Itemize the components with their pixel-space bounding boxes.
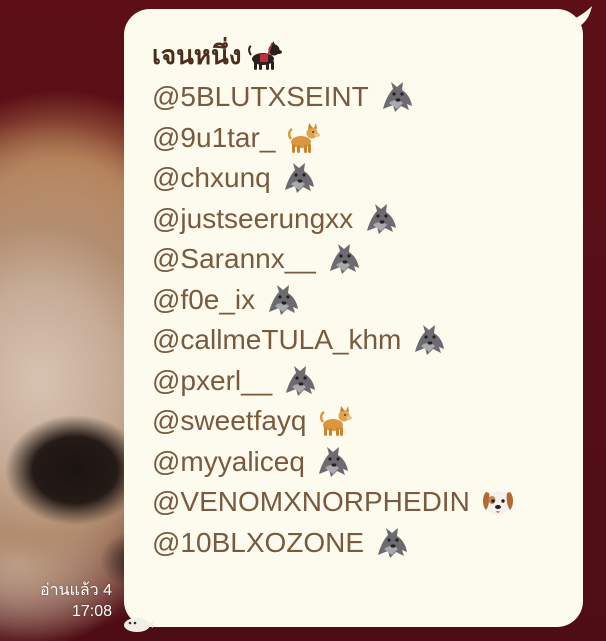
mention-link[interactable]: @myyaliceq (152, 442, 305, 483)
mention-link[interactable]: @5BLUTXSEINT (152, 77, 369, 118)
wolf-icon (315, 444, 351, 480)
message-meta: อ่านแล้ว 4 17:08 (40, 580, 112, 622)
mention-row[interactable]: @callmeTULA_khm (152, 320, 583, 361)
dog-face-icon (480, 484, 516, 520)
mention-row[interactable]: @myyaliceq (152, 442, 583, 483)
mention-row[interactable]: @f0e_ix (152, 280, 583, 321)
message-title-row: เจนหนึ่ง (152, 37, 583, 73)
wolf-icon (363, 201, 399, 237)
mention-link[interactable]: @VENOMXNORPHEDIN (152, 482, 470, 523)
mention-link[interactable]: @9u1tar_ (152, 118, 275, 159)
wolf-icon (326, 241, 362, 277)
wolf-icon (282, 363, 318, 399)
wolf-icon (411, 322, 447, 358)
wolf-icon (374, 525, 410, 561)
read-status: อ่านแล้ว 4 (40, 582, 112, 599)
reaction-icon[interactable] (120, 612, 154, 634)
mention-row[interactable]: @justseerungxx (152, 199, 583, 240)
mention-link[interactable]: @sweetfayq (152, 401, 307, 442)
mention-link[interactable]: @callmeTULA_khm (152, 320, 401, 361)
mention-row[interactable]: @VENOMXNORPHEDIN (152, 482, 583, 523)
mention-row[interactable]: @pxerl__ (152, 361, 583, 402)
message-time: 17:08 (71, 603, 112, 620)
mention-link[interactable]: @justseerungxx (152, 199, 353, 240)
wolf-icon (281, 160, 317, 196)
wolf-icon (379, 79, 415, 115)
mention-link[interactable]: @f0e_ix (152, 280, 255, 321)
mention-link[interactable]: @chxunq (152, 158, 271, 199)
mention-row[interactable]: @chxunq (152, 158, 583, 199)
dog-icon (317, 403, 353, 439)
mention-row[interactable]: @5BLUTXSEINT (152, 77, 583, 118)
mention-link[interactable]: @Sarannx__ (152, 239, 316, 280)
mention-row[interactable]: @10BLXOZONE (152, 523, 583, 564)
mention-link[interactable]: @10BLXOZONE (152, 523, 364, 564)
mention-row[interactable]: @sweetfayq (152, 401, 583, 442)
mention-row[interactable]: @Sarannx__ (152, 239, 583, 280)
dog-icon (285, 120, 321, 156)
mention-row[interactable]: @9u1tar_ (152, 118, 583, 159)
message-bubble[interactable]: เจนหนึ่ง @5BLUTXSEINT @9u1tar_ @chxunq @… (124, 9, 583, 627)
message-title: เจนหนึ่ง (152, 40, 242, 70)
mention-link[interactable]: @pxerl__ (152, 361, 272, 402)
dog-with-harness-icon (246, 37, 282, 73)
wolf-icon (265, 282, 301, 318)
